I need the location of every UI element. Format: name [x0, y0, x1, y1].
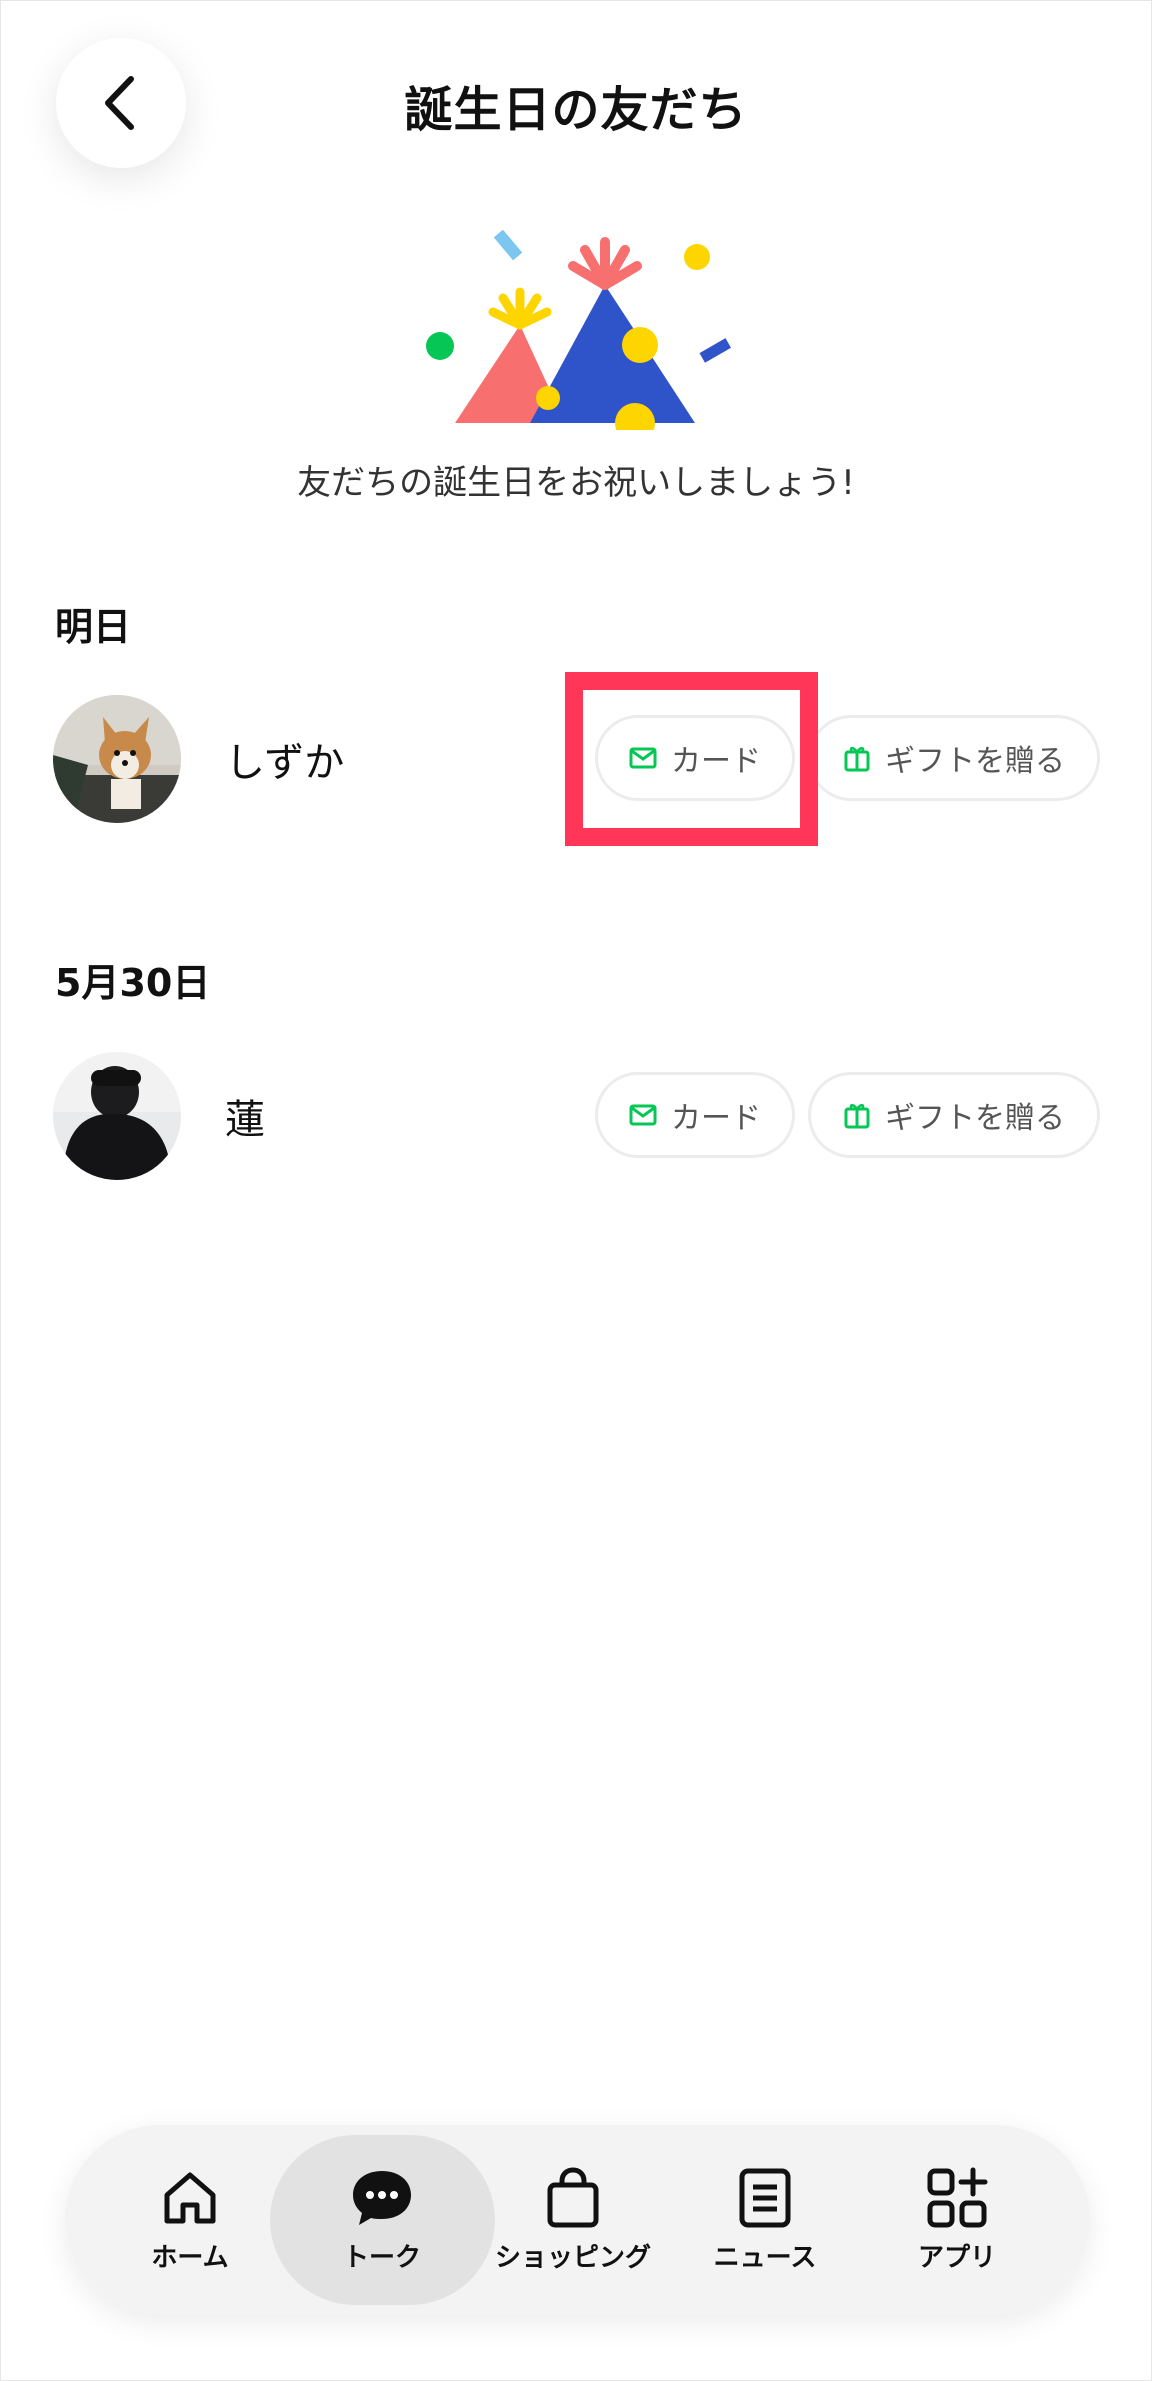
card-button-label: カード — [671, 1101, 761, 1136]
envelope-icon — [629, 1104, 657, 1126]
gift-icon — [844, 1104, 870, 1129]
gift-button-label: ギフトを贈る — [885, 1101, 1065, 1136]
nav-label: アプリ — [917, 2242, 996, 2273]
avatar[interactable] — [53, 695, 181, 823]
nav-label: トーク — [342, 2242, 421, 2273]
avatar[interactable] — [53, 1052, 181, 1180]
gift-button[interactable]: ギフトを贈る — [808, 1072, 1100, 1158]
highlight-box — [565, 672, 818, 846]
news-icon — [739, 2168, 791, 2227]
nav-item-shopping[interactable]: ショッピング — [478, 2125, 668, 2315]
apps-icon — [927, 2167, 988, 2227]
friend-name: しずか — [225, 740, 345, 786]
party-hats-illustration — [426, 230, 731, 430]
nav-item-home[interactable]: ホーム — [95, 2125, 285, 2315]
nav-label: ホーム — [151, 2242, 229, 2273]
nav-item-news[interactable]: ニュース — [670, 2125, 860, 2315]
shopping-bag-icon — [547, 2166, 599, 2227]
nav-label: ショッピング — [494, 2242, 651, 2273]
nav-item-talk[interactable]: トーク — [287, 2125, 477, 2315]
section-label-may-30: 5月30日 — [55, 961, 211, 1005]
hero-subtitle: 友だちの誕生日をお祝いしましょう! — [297, 463, 855, 503]
home-icon — [164, 2172, 216, 2223]
chat-bubble-icon — [353, 2170, 411, 2225]
bottom-nav: ホーム トーク ショッピング ニュース アプリ — [65, 2125, 1090, 2315]
nav-label: ニュース — [713, 2242, 817, 2273]
gift-icon — [844, 747, 870, 772]
gift-button[interactable]: ギフトを贈る — [808, 715, 1100, 801]
person-photo — [53, 1052, 181, 1180]
friend-name: 蓮 — [225, 1097, 265, 1143]
nav-item-apps[interactable]: アプリ — [862, 2125, 1052, 2315]
card-button[interactable]: カード — [595, 1072, 795, 1158]
dog-photo — [53, 695, 181, 823]
gift-button-label: ギフトを贈る — [885, 744, 1065, 779]
section-label-tomorrow: 明日 — [55, 605, 132, 649]
page-title: 誕生日の友だち — [404, 82, 748, 138]
